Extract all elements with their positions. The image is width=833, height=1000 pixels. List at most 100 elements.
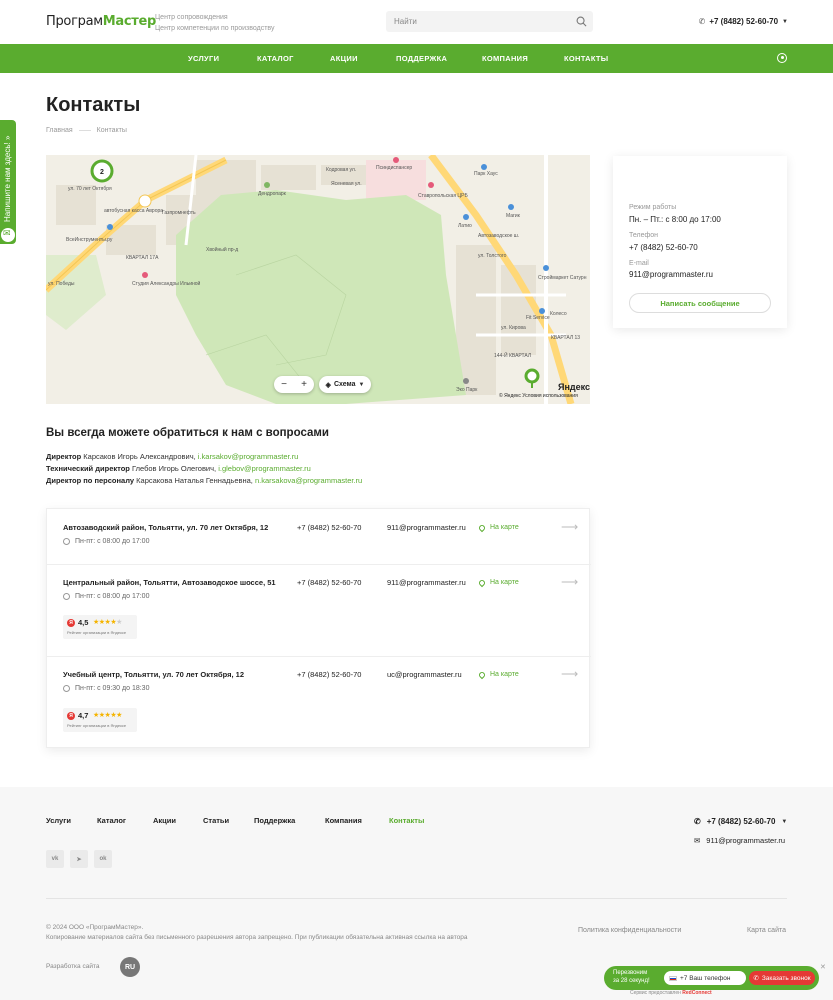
callback-widget: Перезвоним за 28 секунд! +7 Ваш телефон …: [604, 966, 819, 990]
office-email[interactable]: 911@programmaster.ru: [387, 578, 466, 587]
map-zoom-control: − +: [274, 376, 314, 393]
developer-logo[interactable]: RU: [120, 957, 140, 977]
office-map-link[interactable]: На карте: [477, 670, 519, 679]
order-call-button[interactable]: ✆ Заказать звонок: [749, 971, 815, 985]
vk-icon[interactable]: vk: [46, 850, 64, 868]
map-terms-link[interactable]: © Яндекс Условия использования: [499, 393, 578, 399]
callback-credit-prefix: Сервис предоставлен: [630, 990, 681, 996]
close-icon[interactable]: ✕: [820, 963, 826, 971]
rating-caption: Рейтинг организации в Яндексе: [67, 630, 127, 635]
breadcrumb-home[interactable]: Главная: [46, 127, 73, 134]
person-name: Глебов Игорь Олегович,: [131, 464, 217, 473]
sitemap-link[interactable]: Карта сайта: [747, 927, 786, 934]
email-label: E-mail: [629, 260, 649, 267]
nav-item-support[interactable]: ПОДДЕРЖКА: [396, 54, 447, 63]
footer-nav-company[interactable]: Компания: [325, 816, 362, 825]
office-map-link[interactable]: На карте: [477, 578, 519, 587]
map-label: Магик: [506, 213, 520, 219]
contacts-heading: Вы всегда можете обратиться к нам с вопр…: [46, 427, 329, 439]
office-hours: Пн-пт: с 09:30 до 18:30: [63, 685, 149, 692]
office-address: Учебный центр, Тольятти, ул. 70 лет Октя…: [63, 670, 245, 679]
zoom-out-button[interactable]: −: [281, 379, 287, 390]
office-row[interactable]: Учебный центр, Тольятти, ул. 70 лет Октя…: [47, 656, 591, 749]
tagline: Центр сопровождения Центр компетенции по…: [155, 12, 275, 34]
footer-divider: [46, 898, 787, 899]
person-email-link[interactable]: n.karsakova@programmaster.ru: [255, 476, 362, 485]
odnoklassniki-icon[interactable]: ok: [94, 850, 112, 868]
map-label: Строймаркет Сатурн: [538, 275, 587, 281]
map-label: Парк Хаус: [474, 171, 498, 177]
user-icon[interactable]: [777, 53, 787, 63]
arrow-right-icon[interactable]: ⟶: [561, 520, 578, 534]
arrow-right-icon[interactable]: ⟶: [561, 575, 578, 589]
search-icon[interactable]: [576, 16, 587, 27]
footer-nav-promotions[interactable]: Акции: [153, 816, 176, 825]
footer-nav-support[interactable]: Поддержка: [254, 816, 295, 825]
yandex-map[interactable]: 2 ул. 70 лет Октября автобусная касса Ав…: [46, 155, 590, 404]
office-row[interactable]: Центральный район, Тольятти, Автозаводск…: [47, 564, 591, 656]
privacy-policy-link[interactable]: Политика конфиденциальности: [578, 927, 681, 934]
footer-nav-articles[interactable]: Статьи: [203, 816, 229, 825]
map-label: Колесо: [550, 311, 567, 317]
person-email-link[interactable]: i.glebov@programmaster.ru: [218, 464, 311, 473]
rating-score: 4,7: [78, 711, 89, 720]
yandex-rating-badge[interactable]: Я 4,7 ★★★★★ Рейтинг организации в Яндекс…: [63, 708, 137, 732]
footer-nav-contacts[interactable]: Контакты: [389, 816, 424, 825]
breadcrumb: Главная Контакты: [46, 127, 127, 134]
callback-phone-input[interactable]: +7 Ваш телефон: [664, 971, 746, 985]
phone-icon: ✆: [698, 17, 706, 26]
map-label: Студия Александры Ильиной: [132, 281, 201, 287]
office-phone[interactable]: +7 (8482) 52-60-70: [297, 578, 361, 587]
office-map-link[interactable]: На карте: [477, 523, 519, 532]
footer-nav-services[interactable]: Услуги: [46, 816, 71, 825]
nav-item-catalog[interactable]: КАТАЛОГ: [257, 54, 294, 63]
tagline-line1: Центр сопровождения: [155, 14, 228, 21]
page-title: Контакты: [46, 94, 141, 116]
map-layers-label: Схема: [333, 381, 356, 388]
footer-nav-catalog[interactable]: Каталог: [97, 816, 126, 825]
copyright-line2: Копирование материалов сайта без письмен…: [46, 934, 468, 941]
person-name: Карсаков Игорь Александрович,: [83, 452, 196, 461]
phone-label: Телефон: [629, 232, 659, 239]
office-address: Автозаводский район, Тольятти, ул. 70 ле…: [63, 523, 269, 532]
map-label: Дендропарк: [258, 191, 286, 197]
office-email[interactable]: 911@programmaster.ru: [387, 523, 466, 532]
yandex-logo[interactable]: Яндекс: [558, 382, 590, 392]
office-email[interactable]: uc@programmaster.ru: [387, 670, 462, 679]
feedback-side-tab[interactable]: Напишите нам здесь! »: [0, 120, 16, 244]
yandex-rating-badge[interactable]: Я 4,5 ★★★★★ Рейтинг организации в Яндекс…: [63, 615, 137, 639]
map-layers-button[interactable]: ◈ Схема ▼: [319, 376, 371, 393]
email-value[interactable]: 911@programmaster.ru: [629, 270, 713, 279]
zoom-in-button[interactable]: +: [301, 379, 307, 390]
arrow-right-icon[interactable]: ⟶: [561, 667, 578, 681]
telegram-icon[interactable]: ➤: [70, 850, 88, 868]
tagline-line2: Центр компетенции по производству: [155, 25, 275, 32]
callback-credit-brand[interactable]: RedConnect: [682, 990, 711, 996]
person-email-link[interactable]: i.karsakov@programmaster.ru: [198, 452, 299, 461]
developer-label: Разработка сайта: [46, 963, 100, 970]
footer-email[interactable]: ✉ 911@programmaster.ru: [694, 836, 785, 845]
footer-phone[interactable]: ✆ +7 (8482) 52-60-70 ▼: [694, 817, 787, 826]
site-logo[interactable]: ПрограмМастер: [46, 14, 156, 29]
map-pin-icon: [477, 523, 487, 532]
footer-email-address: 911@programmaster.ru: [706, 836, 786, 845]
office-row[interactable]: Автозаводский район, Тольятти, ул. 70 ле…: [47, 509, 591, 564]
person-role: Технический директор: [46, 464, 130, 473]
nav-item-services[interactable]: УСЛУГИ: [188, 54, 219, 63]
nav-item-promotions[interactable]: АКЦИИ: [330, 54, 358, 63]
header-phone[interactable]: ✆ +7 (8482) 52-60-70 ▼: [699, 17, 788, 26]
nav-item-company[interactable]: КОМПАНИЯ: [482, 54, 528, 63]
callback-promo: Перезвоним за 28 секунд!: [613, 969, 650, 985]
office-phone[interactable]: +7 (8482) 52-60-70: [297, 523, 361, 532]
map-label: Ясеневая ул.: [331, 181, 362, 187]
map-pin-icon: [477, 670, 487, 679]
write-message-button[interactable]: Написать сообщение: [629, 293, 771, 313]
map-label: Латио: [458, 223, 472, 229]
chevron-down-icon: ▼: [358, 381, 365, 388]
divider: [47, 656, 591, 657]
rating-stars: ★★★★★: [93, 711, 122, 719]
search-input[interactable]: [386, 11, 566, 32]
phone-value[interactable]: +7 (8482) 52-60-70: [629, 243, 698, 252]
nav-item-contacts[interactable]: КОНТАКТЫ: [564, 54, 608, 63]
office-phone[interactable]: +7 (8482) 52-60-70: [297, 670, 361, 679]
